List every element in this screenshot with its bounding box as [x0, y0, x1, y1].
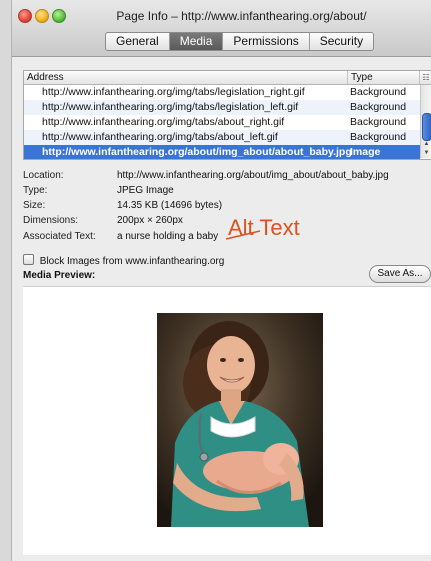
- block-images-option[interactable]: Block Images from www.infanthearing.org: [23, 254, 224, 267]
- row-type: Background: [350, 131, 407, 143]
- type-value: JPEG Image: [117, 185, 174, 196]
- row-address: http://www.infanthearing.org/img/tabs/ab…: [42, 131, 278, 143]
- block-images-checkbox[interactable]: [23, 254, 34, 265]
- location-label: Location:: [23, 170, 64, 181]
- size-value: 14.35 KB (14696 bytes): [117, 200, 223, 211]
- alt-text-annotation: Alt Text: [228, 215, 300, 240]
- associated-text-label: Associated Text:: [23, 231, 96, 242]
- preview-image: [157, 313, 323, 527]
- dimensions-value: 200px × 260px: [117, 215, 183, 226]
- tab-permissions[interactable]: Permissions: [223, 33, 310, 50]
- window-title: Page Info – http://www.infanthearing.org…: [116, 9, 367, 23]
- row-type: Background: [350, 116, 407, 128]
- scroll-up-arrow-icon[interactable]: ▲: [421, 140, 431, 149]
- row-address: http://www.infanthearing.org/img/tabs/ab…: [42, 116, 285, 128]
- tab-bar: General Media Permissions Security: [105, 32, 375, 51]
- column-header-address[interactable]: Address: [27, 71, 64, 84]
- table-header: Address Type ☷: [24, 71, 431, 85]
- row-type: Background: [350, 86, 407, 98]
- media-table: Address Type ☷ http://www.infanthearing.…: [23, 70, 431, 160]
- page-info-window: Page Info – http://www.infanthearing.org…: [11, 0, 431, 561]
- table-row-selected[interactable]: http://www.infanthearing.org/about/img_a…: [24, 145, 420, 159]
- media-preview-area: [23, 286, 431, 555]
- row-type: Image: [350, 146, 381, 158]
- type-label: Type:: [23, 185, 48, 196]
- nurse-holding-baby-photo: [157, 313, 323, 527]
- table-row[interactable]: http://www.infanthearing.org/img/tabs/ab…: [24, 115, 420, 130]
- save-as-button[interactable]: Save As...: [369, 265, 431, 283]
- associated-text-value: a nurse holding a baby: [117, 231, 219, 242]
- dimensions-label: Dimensions:: [23, 215, 79, 226]
- block-images-label: Block Images from www.infanthearing.org: [39, 256, 225, 267]
- scrollbar-thumb[interactable]: [422, 113, 431, 141]
- table-row[interactable]: http://www.infanthearing.org/img/tabs/le…: [24, 85, 420, 100]
- row-address: http://www.infanthearing.org/img/tabs/le…: [42, 101, 299, 113]
- scroll-down-arrow-icon[interactable]: ▼: [421, 149, 431, 158]
- table-row[interactable]: http://www.infanthearing.org/img/tabs/le…: [24, 100, 420, 115]
- size-label: Size:: [23, 200, 46, 211]
- tab-general[interactable]: General: [106, 33, 170, 50]
- table-rows: http://www.infanthearing.org/img/tabs/le…: [24, 85, 420, 159]
- media-preview-label: Media Preview:: [23, 270, 96, 281]
- table-scrollbar[interactable]: ▲ ▼: [420, 85, 431, 158]
- title-bar: Page Info – http://www.infanthearing.org…: [12, 0, 431, 57]
- table-row[interactable]: http://www.infanthearing.org/img/tabs/ab…: [24, 130, 420, 145]
- column-header-type[interactable]: Type: [347, 71, 373, 84]
- column-picker-icon[interactable]: ☷: [419, 71, 431, 84]
- row-address: http://www.infanthearing.org/about/img_a…: [42, 146, 352, 158]
- tab-media[interactable]: Media: [169, 33, 224, 50]
- row-type: Background: [350, 101, 407, 113]
- row-address: http://www.infanthearing.org/img/tabs/le…: [42, 86, 305, 98]
- location-value: http://www.infanthearing.org/about/img_a…: [117, 170, 389, 181]
- tab-security[interactable]: Security: [310, 33, 373, 50]
